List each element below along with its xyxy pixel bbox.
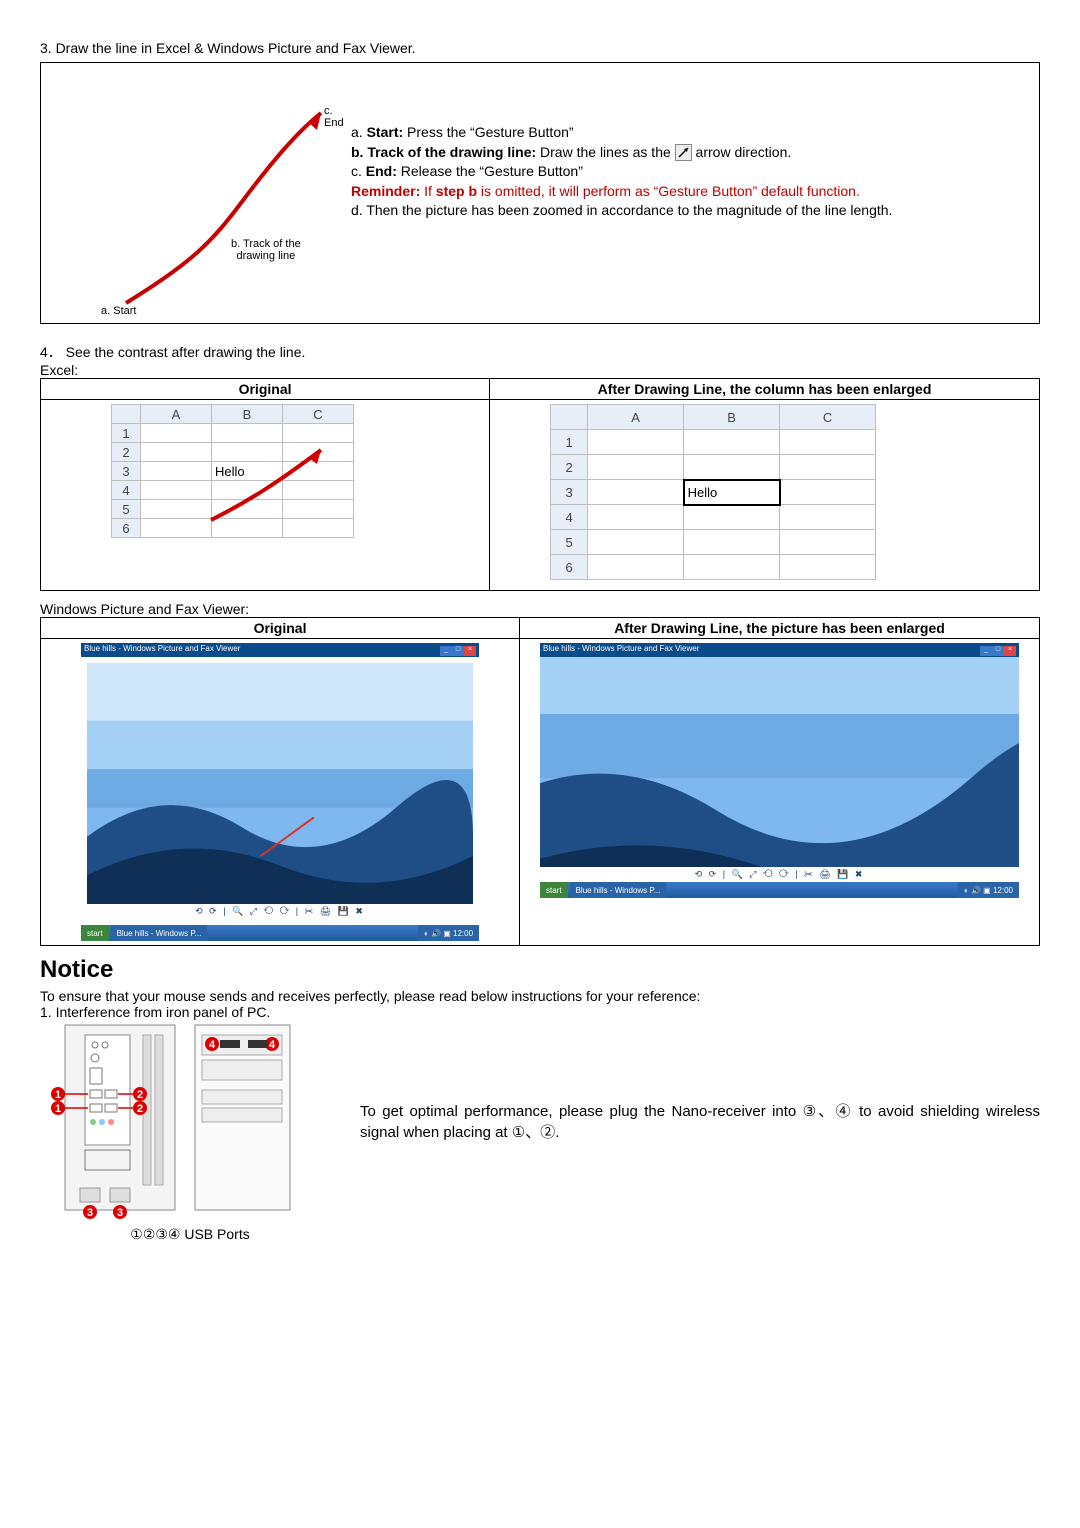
excel-label: Excel:	[40, 362, 1040, 378]
svg-text:2: 2	[137, 1103, 143, 1115]
pc-back-panel-icon: 1 2 1 2 3 3	[40, 1020, 190, 1220]
usb-ports-label: ①②③④ USB Ports	[40, 1226, 340, 1243]
b-rest: Draw the lines as the	[536, 144, 671, 160]
c-bold: End:	[366, 163, 397, 179]
pc-diagrams: 1 2 1 2 3 3	[40, 1020, 340, 1243]
excel-enlarged-header: After Drawing Line, the column has been …	[490, 378, 1039, 399]
gesture-diagram: a. Start b. Track of the drawing line c.…	[41, 63, 341, 323]
excel-enlarged: ABC 1 2 3Hello 4 5 6	[550, 404, 1029, 580]
wpfv-toolbar[interactable]: ⟲ ⟳ | 🔍 ⤢ ⟲ ⟳ | ✂ 🖨 💾 ✖	[87, 904, 473, 919]
wpfv-original-window: Blue hills - Windows Picture and Fax Vie…	[81, 643, 479, 925]
notice-description: To get optimal performance, please plug …	[360, 1020, 1040, 1142]
wpfv-compare-table: Original After Drawing Line, the picture…	[40, 617, 1040, 946]
close-icon[interactable]: ×	[1004, 646, 1016, 656]
taskbar-app[interactable]: Blue hills - Windows P...	[570, 882, 667, 898]
svg-text:3: 3	[87, 1207, 93, 1219]
taskbar-tray[interactable]: ◐ 🔊 ▣ 12:00	[418, 925, 479, 941]
label-a-start: a. Start	[101, 305, 136, 317]
svg-text:1: 1	[55, 1103, 61, 1115]
taskbar[interactable]: start Blue hills - Windows P... ◐ 🔊 ▣ 12…	[540, 882, 1019, 898]
wpfv-toolbar[interactable]: ⟲ ⟳ | 🔍 ⤢ ⟲ ⟳ | ✂ 🖨 💾 ✖	[540, 867, 1019, 882]
step3-text: a. Start: Press the “Gesture Button” b. …	[341, 63, 1039, 323]
taskbar[interactable]: start Blue hills - Windows P... ◐ 🔊 ▣ 12…	[81, 925, 479, 941]
excel-original: ABC 1 2 3Hello 4 5 6	[111, 404, 479, 538]
svg-text:3: 3	[117, 1207, 123, 1219]
mountain-image	[87, 663, 473, 904]
reminder-pre: If	[420, 183, 436, 199]
a-rest: Press the “Gesture Button”	[403, 124, 573, 140]
c-prefix: c.	[351, 163, 366, 179]
label-b-track: b. Track of the drawing line	[231, 238, 301, 262]
wpfv-label: Windows Picture and Fax Viewer:	[40, 601, 1040, 617]
a-prefix: a.	[351, 124, 367, 140]
diagonal-arrow-icon	[675, 144, 692, 161]
minimize-icon[interactable]: _	[980, 646, 992, 656]
svg-text:4: 4	[209, 1039, 216, 1051]
d-line: d. Then the picture has been zoomed in a…	[351, 201, 1027, 221]
a-bold: Start:	[367, 124, 404, 140]
start-button[interactable]: start	[81, 925, 109, 941]
close-icon[interactable]: ×	[464, 646, 476, 656]
svg-text:1: 1	[55, 1089, 61, 1101]
wpfv-enlarged-header: After Drawing Line, the picture has been…	[520, 617, 1039, 638]
wpfv-title-text: Blue hills - Windows Picture and Fax Vie…	[543, 644, 699, 656]
wpfv-original-header: Original	[41, 617, 520, 638]
wpfv-title-text: Blue hills - Windows Picture and Fax Vie…	[84, 644, 240, 656]
reminder-mid: step b	[436, 183, 477, 199]
excel-original-header: Original	[41, 378, 490, 399]
step4-heading: 4． See the contrast after drawing the li…	[40, 342, 1040, 362]
label-c-end: c. End	[324, 105, 344, 129]
svg-text:4: 4	[269, 1039, 276, 1051]
start-button[interactable]: start	[540, 882, 568, 898]
notice-title: Notice	[40, 956, 1040, 984]
excel-compare-table: Original After Drawing Line, the column …	[40, 378, 1040, 591]
minimize-icon[interactable]: _	[440, 646, 452, 656]
notice-item1: 1. Interference from iron panel of PC.	[40, 1004, 1040, 1020]
taskbar-app[interactable]: Blue hills - Windows P...	[111, 925, 208, 941]
taskbar-tray[interactable]: ◐ 🔊 ▣ 12:00	[958, 882, 1019, 898]
b-bold: b. Track of the drawing line:	[351, 144, 536, 160]
svg-text:2: 2	[137, 1089, 143, 1101]
b-rest2: arrow direction.	[696, 144, 792, 160]
gesture-line-overlay	[191, 430, 351, 550]
reminder-bold: Reminder:	[351, 183, 420, 199]
step3-box: a. Start b. Track of the drawing line c.…	[40, 62, 1040, 324]
reminder-post: is omitted, it will perform as “Gesture …	[477, 183, 860, 199]
c-rest: Release the “Gesture Button”	[397, 163, 583, 179]
maximize-icon[interactable]: □	[992, 646, 1004, 656]
notice-intro: To ensure that your mouse sends and rece…	[40, 988, 1040, 1004]
pc-front-panel-icon: 4 4	[190, 1020, 300, 1220]
mountain-image-zoomed	[540, 657, 1019, 867]
step3-heading: 3. Draw the line in Excel & Windows Pict…	[40, 40, 1040, 56]
maximize-icon[interactable]: □	[452, 646, 464, 656]
wpfv-enlarged-window: Blue hills - Windows Picture and Fax Vie…	[540, 643, 1019, 882]
